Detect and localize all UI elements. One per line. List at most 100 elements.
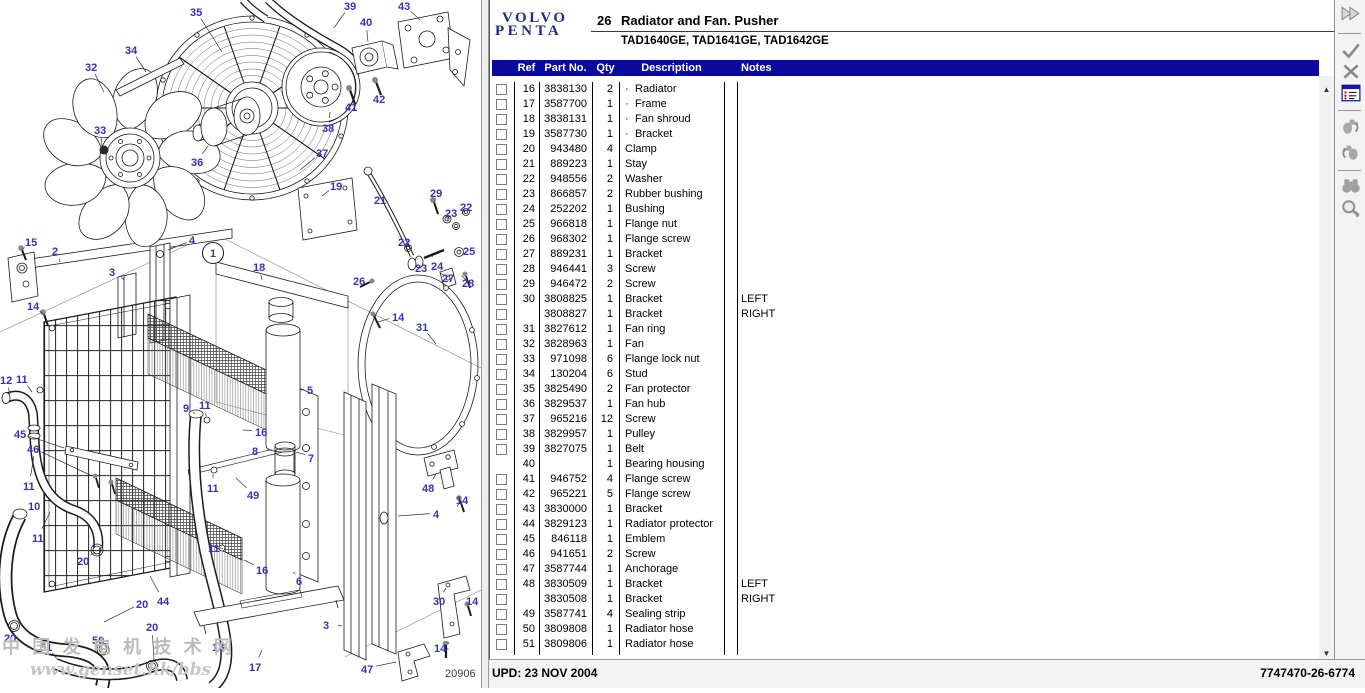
table-row[interactable]: 469416512Screw [492,547,1319,562]
diagram-callout-30[interactable]: 30 [433,596,445,608]
table-row[interactable]: 1735877001·Frame [492,97,1319,112]
row-checkbox[interactable] [496,549,507,560]
row-checkbox[interactable] [496,369,507,380]
diagram-callout-18[interactable]: 18 [253,262,265,274]
apply-check-icon[interactable] [1339,40,1363,62]
table-row[interactable]: 3838299571Pulley [492,427,1319,442]
diagram-callout-19[interactable]: 19 [330,181,342,193]
row-checkbox[interactable] [496,84,507,95]
diagram-callout-46[interactable]: 46 [27,444,39,456]
row-checkbox[interactable] [496,234,507,245]
diagram-callout-10[interactable]: 10 [28,501,40,513]
diagram-callout-11[interactable]: 11 [32,533,44,545]
diagram-callout-12[interactable]: 12 [0,375,12,387]
table-row[interactable]: 38088271BracketRIGHT [492,307,1319,322]
table-row[interactable]: 1638381302·Radiator [492,82,1319,97]
row-checkbox[interactable] [496,219,507,230]
diagram-callout-4[interactable]: 4 [189,235,196,247]
diagram-callout-38[interactable]: 38 [322,123,334,135]
row-checkbox[interactable] [496,414,507,425]
row-checkbox[interactable] [496,249,507,260]
table-row[interactable]: 3138276121Fan ring [492,322,1319,337]
diagram-callout-14[interactable]: 14 [466,596,479,608]
row-checkbox[interactable] [496,534,507,545]
row-checkbox[interactable] [496,114,507,125]
find-binoculars-icon[interactable] [1339,176,1363,198]
diagram-callout-11[interactable]: 11 [208,543,220,555]
diagram-callout-32[interactable]: 32 [85,62,97,74]
table-row[interactable]: 3938270751Belt [492,442,1319,457]
diagram-callout-11[interactable]: 11 [207,483,219,495]
row-checkbox[interactable] [496,564,507,575]
row-checkbox[interactable] [496,399,507,410]
row-checkbox[interactable] [496,609,507,620]
table-row[interactable]: 4338300001Bracket [492,502,1319,517]
diagram-callout-8[interactable]: 8 [252,446,258,458]
diagram-callout-14[interactable]: 14 [456,495,469,507]
parts-list-icon[interactable] [1339,83,1363,105]
table-row[interactable]: 339710986Flange lock nut [492,352,1319,367]
table-row[interactable]: 4935877414Sealing strip [492,607,1319,622]
diagram-callout-14[interactable]: 14 [392,312,405,324]
table-row[interactable]: 4838305091BracketLEFT [492,577,1319,592]
row-checkbox[interactable] [496,99,507,110]
diagram-callout-39[interactable]: 39 [344,1,356,13]
table-row[interactable]: 341302046Stud [492,367,1319,382]
row-checkbox[interactable] [496,189,507,200]
scroll-up-arrow[interactable]: ▲ [1319,83,1334,96]
table-row[interactable]: 4735877441Anchorage [492,562,1319,577]
hotspot-next-icon[interactable] [1339,142,1363,164]
row-checkbox[interactable] [496,624,507,635]
diagram-callout-2[interactable]: 2 [52,246,58,258]
diagram-callout-22[interactable]: 22 [398,237,410,249]
diagram-callout-27[interactable]: 27 [442,273,454,285]
diagram-callout-7[interactable]: 7 [308,453,314,465]
hotspot-prev-icon[interactable] [1339,116,1363,138]
table-row[interactable]: 3638295371Fan hub [492,397,1319,412]
diagram-callout-24[interactable]: 24 [431,261,444,273]
table-row[interactable]: 3538254902Fan protector [492,382,1319,397]
row-checkbox[interactable] [496,294,507,305]
diagram-callout-36[interactable]: 36 [191,157,203,169]
table-row[interactable]: 429652215Flange screw [492,487,1319,502]
diagram-callout-22[interactable]: 22 [460,202,472,214]
diagram-callout-5[interactable]: 5 [307,385,313,397]
diagram-callout-34[interactable]: 34 [125,45,138,57]
table-row[interactable]: 3038088251BracketLEFT [492,292,1319,307]
diagram-callout-33[interactable]: 33 [94,125,106,137]
table-row[interactable]: 269683021Flange screw [492,232,1319,247]
diagram-callout-45[interactable]: 45 [14,429,26,441]
row-checkbox[interactable] [496,129,507,140]
diagram-callout-26[interactable]: 26 [353,276,365,288]
diagram-callout-37[interactable]: 37 [316,148,328,160]
table-row[interactable]: 218892231Stay [492,157,1319,172]
table-row[interactable]: 242522021Bushing [492,202,1319,217]
row-checkbox[interactable] [496,159,507,170]
row-checkbox[interactable] [496,639,507,650]
diagram-callout-16[interactable]: 16 [255,427,267,439]
diagram-callout-49[interactable]: 49 [247,490,259,502]
diagram-callout-9[interactable]: 9 [183,403,189,415]
row-checkbox[interactable] [496,324,507,335]
diagram-callout-25[interactable]: 25 [463,246,475,258]
table-row[interactable]: 458461181Emblem [492,532,1319,547]
table-row[interactable]: 1838381311·Fan shroud [492,112,1319,127]
table-row[interactable]: 229485562Washer [492,172,1319,187]
row-checkbox[interactable] [496,339,507,350]
table-row[interactable]: 278892311Bracket [492,247,1319,262]
row-checkbox[interactable] [496,519,507,530]
forward-icon[interactable] [1339,4,1363,26]
table-row[interactable]: 38305081BracketRIGHT [492,592,1319,607]
diagram-callout-16[interactable]: 16 [256,565,268,577]
row-checkbox[interactable] [496,579,507,590]
diagram-callout-40[interactable]: 40 [360,17,372,29]
row-checkbox[interactable] [496,309,507,320]
diagram-callout-3[interactable]: 3 [323,620,329,632]
table-row[interactable]: 299464722Screw [492,277,1319,292]
cancel-x-icon[interactable] [1339,61,1363,83]
diagram-callout-35[interactable]: 35 [190,7,202,19]
zoom-magnifier-icon[interactable] [1339,199,1363,221]
table-scrollbar[interactable]: ▲ ▼ [1319,76,1334,662]
table-row[interactable]: 209434804Clamp [492,142,1319,157]
diagram-callout-17[interactable]: 17 [249,662,261,674]
